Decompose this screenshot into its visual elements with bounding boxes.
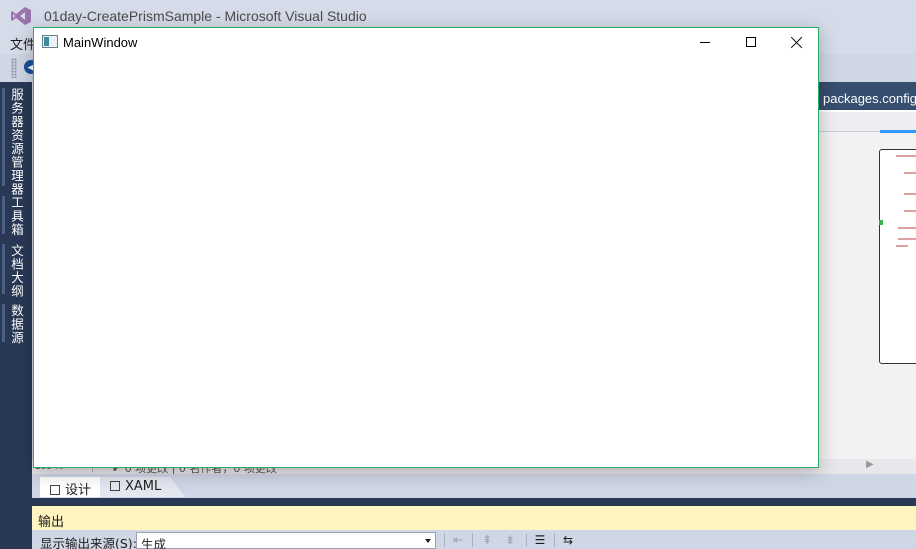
artboard-content-line [898, 238, 916, 240]
toolbar-separator [554, 533, 555, 547]
next-message-icon[interactable]: ⇟ [502, 532, 518, 548]
artboard-content-line [904, 172, 916, 174]
tab-packages-config[interactable]: packages.config [823, 91, 916, 106]
clear-all-icon[interactable]: ☰ [532, 532, 548, 548]
toolbar-grip-icon[interactable] [11, 58, 17, 78]
minimize-icon [700, 42, 710, 43]
output-source-label: 显示输出来源(S): [40, 536, 137, 549]
design-view-icon [50, 485, 60, 495]
dock-tab-server-explorer[interactable]: 服务器资源管理器 [8, 88, 26, 196]
dock-tab-indicator [2, 304, 5, 342]
document-tab-well: packages.config [818, 82, 916, 110]
prev-message-icon[interactable]: ⇞ [479, 532, 495, 548]
artboard-content-line [896, 155, 916, 157]
artboard-content-line [904, 193, 916, 195]
xaml-view-icon [110, 481, 120, 491]
designer-view-tabs: 设计 XAML [32, 474, 916, 498]
find-message-icon[interactable]: ⇤ [450, 532, 466, 548]
maximize-button[interactable] [728, 28, 774, 58]
word-wrap-icon[interactable]: ⇆ [560, 532, 576, 548]
window-app-icon[interactable] [42, 35, 58, 48]
left-dock-panel: 服务器资源管理器 工具箱 文档大纲 数据源 [0, 82, 32, 549]
output-pane-title: 输出 [38, 515, 65, 530]
toolbar-separator [526, 533, 527, 547]
vs-window-title: 01day-CreatePrismSample - Microsoft Visu… [44, 8, 367, 24]
ruler-accent [880, 130, 916, 133]
panel-separator [32, 498, 916, 506]
designer-artboard[interactable] [879, 149, 916, 364]
main-window-client-area[interactable] [34, 58, 818, 467]
artboard-content-line [896, 245, 908, 247]
artboard-content-line [898, 227, 916, 229]
tab-design-label: 设计 [65, 483, 92, 498]
dock-tab-indicator [2, 196, 5, 234]
close-icon [791, 36, 803, 48]
main-window-title: MainWindow [63, 35, 138, 50]
output-toolbar: 显示输出来源(S): 生成 ⇤ ⇞ ⇟ ☰ ⇆ [32, 530, 916, 549]
main-window-title-bar[interactable]: MainWindow [34, 28, 818, 58]
toolbar-separator [444, 533, 445, 547]
dock-tab-indicator [2, 88, 5, 186]
dock-tab-document-outline[interactable]: 文档大纲 [8, 244, 26, 298]
minimize-button[interactable] [682, 28, 728, 58]
maximize-icon [746, 37, 756, 47]
designer-ruler [818, 112, 916, 132]
dock-tab-toolbox[interactable]: 工具箱 [8, 196, 26, 237]
tab-xaml-label: XAML [125, 479, 162, 494]
selection-marker [879, 220, 883, 225]
main-window: MainWindow [33, 27, 819, 468]
visual-studio-logo-icon [11, 7, 31, 25]
dock-tab-data-sources[interactable]: 数据源 [8, 304, 26, 345]
close-button[interactable] [774, 28, 820, 58]
artboard-content-line [904, 210, 916, 212]
output-pane-header: 输出 [32, 506, 916, 530]
output-source-value: 生成 [141, 537, 167, 549]
tab-design[interactable]: 设计 [40, 477, 102, 498]
toolbar-separator [472, 533, 473, 547]
output-source-select[interactable]: 生成 [136, 532, 436, 549]
dock-tab-indicator [2, 244, 5, 294]
tab-xaml[interactable]: XAML [100, 477, 186, 497]
chevron-down-icon [425, 539, 431, 543]
scroll-right-icon[interactable]: ▶ [866, 459, 874, 470]
